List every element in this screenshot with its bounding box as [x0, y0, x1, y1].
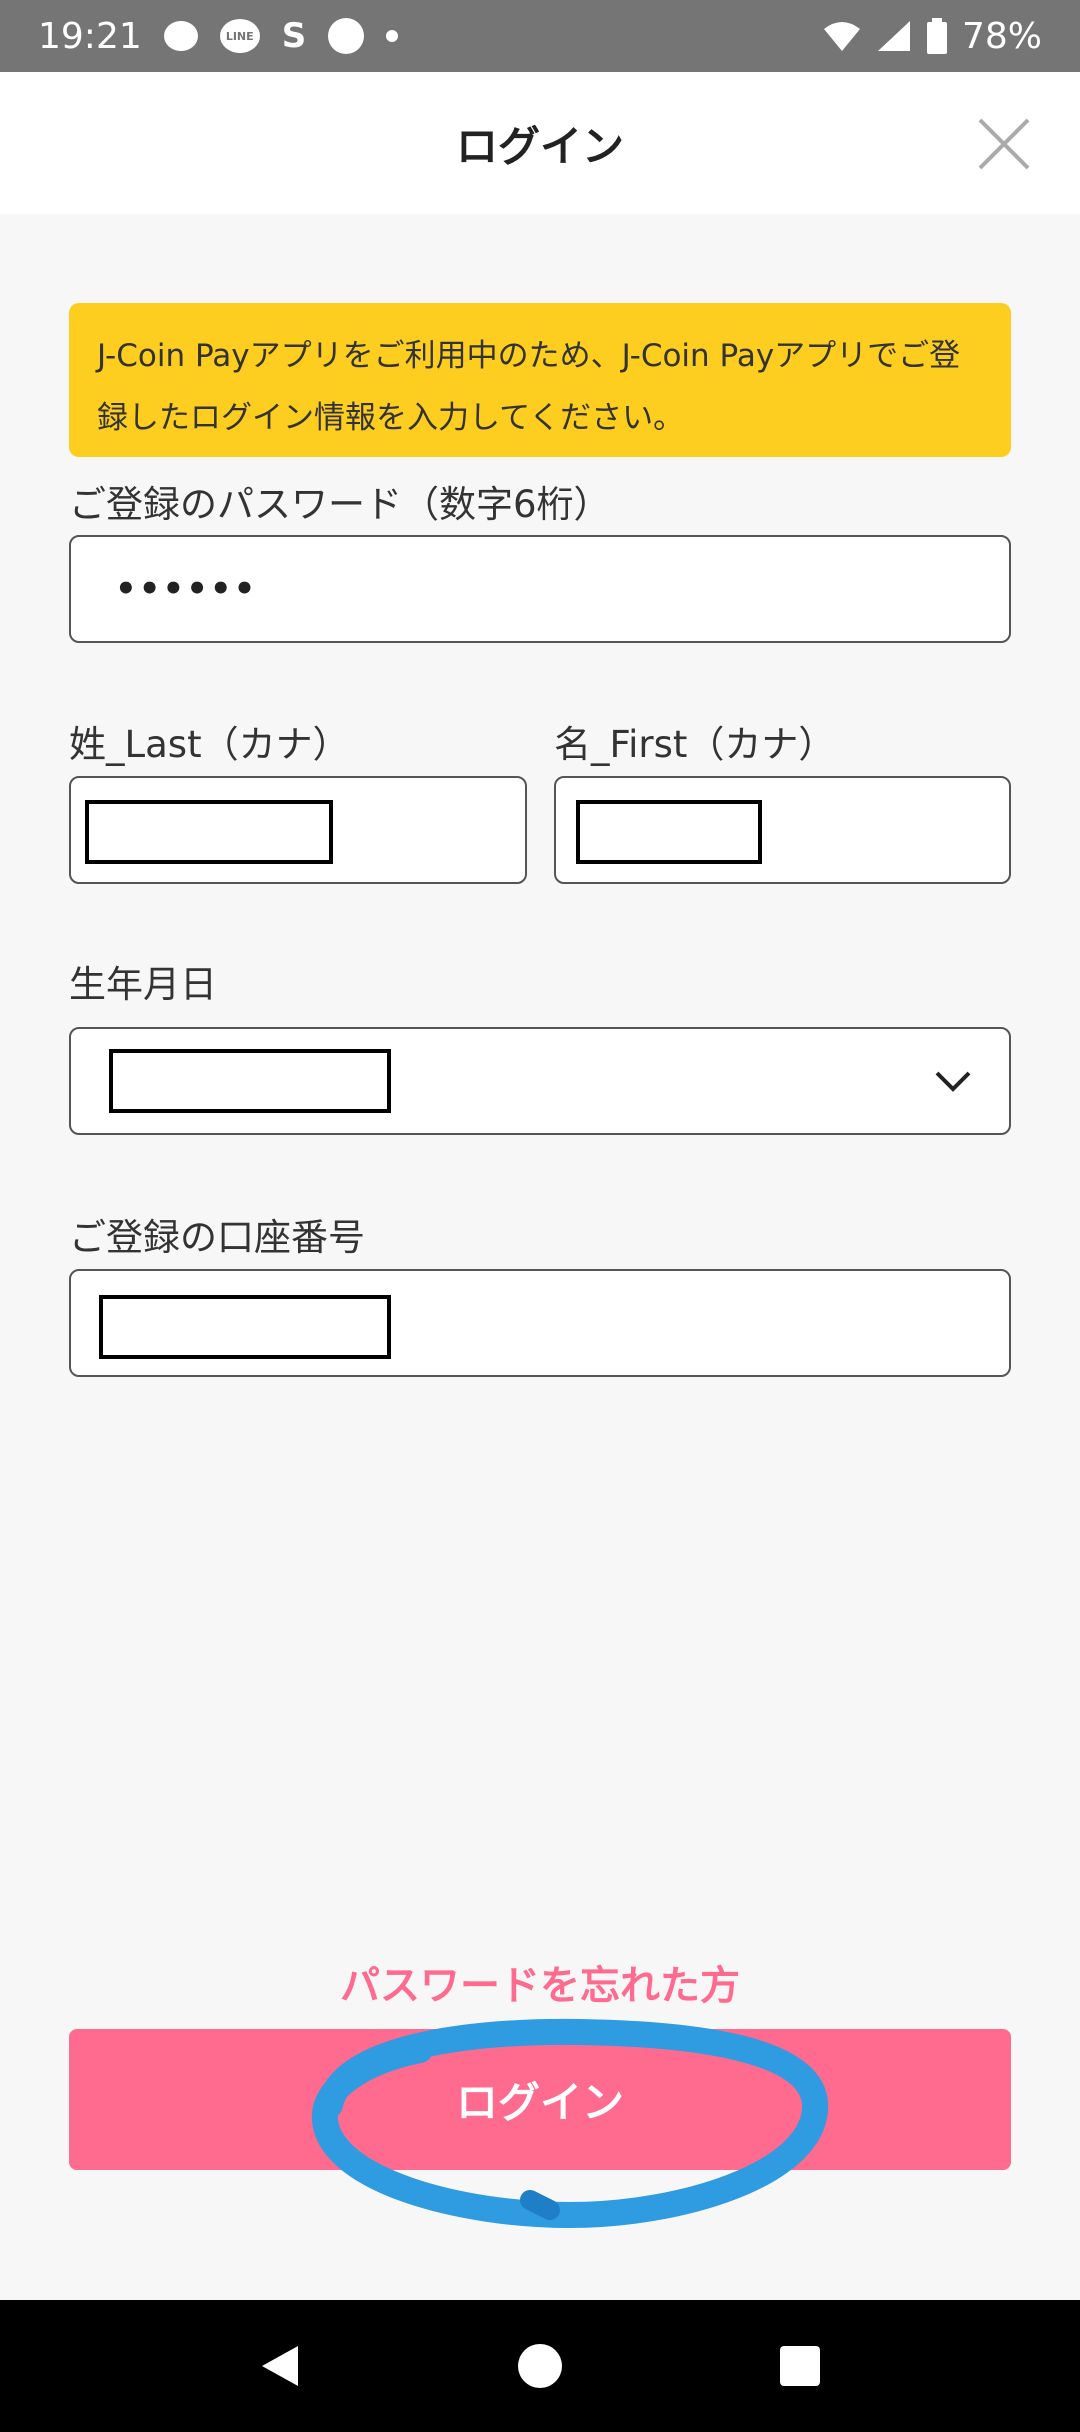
last-name-input[interactable] — [69, 776, 527, 884]
back-triangle-icon — [262, 2346, 298, 2386]
account-number-label: ご登録の口座番号 — [69, 1216, 365, 1259]
status-time: 19:21 — [38, 15, 142, 57]
navigation-bar — [0, 2300, 1080, 2432]
first-name-input[interactable] — [554, 776, 1011, 884]
chevron-down-icon — [935, 1071, 971, 1092]
signal-icon — [877, 21, 910, 51]
login-button[interactable]: ログイン — [69, 2029, 1011, 2170]
status-left: 19:21 LINE S — [38, 15, 399, 57]
battery-percent: 78% — [961, 15, 1042, 57]
birthdate-label: 生年月日 — [69, 963, 217, 1006]
forgot-password-link[interactable]: パスワードを忘れた方 — [0, 1953, 1080, 2011]
password-input[interactable]: •••••• — [69, 535, 1011, 643]
redacted-value — [576, 800, 762, 864]
back-button[interactable] — [250, 2336, 310, 2396]
last-name-label: 姓_Last（カナ） — [69, 723, 350, 766]
header: ログイン — [0, 72, 1080, 214]
notice-banner: J-Coin Payアプリをご利用中のため、J-Coin Payアプリでご登録し… — [69, 303, 1011, 457]
redacted-value — [85, 800, 333, 864]
home-circle-icon — [518, 2344, 562, 2388]
battery-icon — [926, 18, 947, 54]
dot-icon — [386, 30, 399, 42]
home-button[interactable] — [510, 2336, 570, 2396]
page-title: ログイン — [455, 121, 624, 171]
password-value: •••••• — [115, 569, 258, 609]
recents-square-icon — [780, 2346, 820, 2386]
redacted-value — [109, 1049, 391, 1113]
birthdate-select[interactable] — [69, 1027, 1011, 1135]
m-icon — [328, 18, 365, 54]
line-icon: LINE — [219, 19, 260, 53]
close-icon[interactable] — [974, 114, 1034, 174]
redacted-value — [99, 1295, 391, 1359]
account-number-input[interactable] — [69, 1269, 1011, 1377]
wifi-icon — [823, 22, 860, 51]
status-right: 78% — [822, 16, 1042, 57]
recents-button[interactable] — [770, 2336, 830, 2396]
password-label: ご登録のパスワード（数字6桁） — [69, 483, 611, 526]
s-icon: S — [281, 16, 307, 56]
status-bar: 19:21 LINE S 78% — [0, 0, 1080, 72]
first-name-label: 名_First（カナ） — [554, 723, 836, 766]
chat-bubble-icon — [163, 21, 198, 51]
